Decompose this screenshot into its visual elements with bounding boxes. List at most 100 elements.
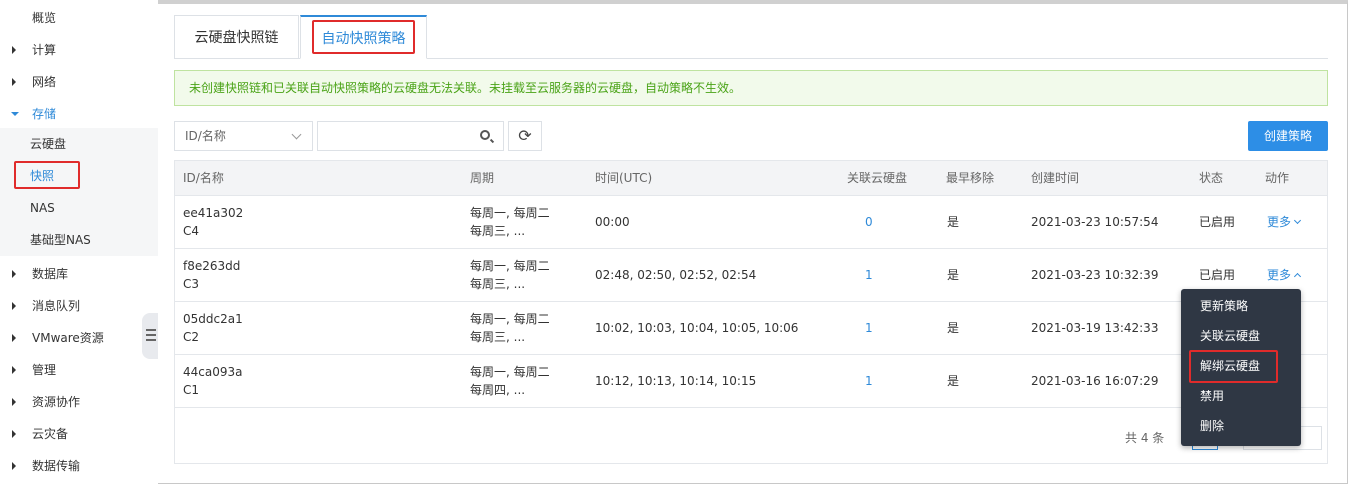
row-id: f8e263dd — [183, 259, 241, 273]
sidebar-item-label: 存储 — [32, 107, 57, 121]
sidebar-item-label: 消息队列 — [32, 299, 81, 313]
sidebar-item-overview[interactable]: 概览 — [0, 2, 158, 34]
search-icon[interactable] — [480, 130, 490, 140]
row-cycle-line: 每周三, ... — [470, 330, 526, 344]
sidebar-item-database[interactable]: 数据库 — [0, 258, 158, 290]
caret-right-icon — [12, 78, 16, 86]
row-name: C3 — [183, 277, 200, 291]
sidebar-item-compute[interactable]: 计算 — [0, 34, 158, 66]
row-id-name: 44ca093a C1 — [183, 363, 242, 399]
more-label: 更多 — [1267, 268, 1292, 282]
caret-right-icon — [12, 270, 16, 278]
sidebar-item-label: 数据库 — [32, 267, 69, 281]
sidebar-subitem-label: NAS — [30, 201, 55, 215]
row-id-name: ee41a302 C4 — [183, 204, 243, 240]
caret-down-icon — [11, 112, 19, 116]
menu-item-attach-disk[interactable]: 关联云硬盘 — [1181, 321, 1301, 351]
row-cycle: 每周一, 每周二 每周四, ... — [470, 363, 550, 399]
sidebar-collapse-handle[interactable] — [142, 313, 158, 359]
sidebar-item-label: 概览 — [32, 11, 57, 25]
table-row: ee41a302 C4 每周一, 每周二 每周三, ... 00:00 0 是 20… — [175, 196, 1327, 249]
main-content: 云硬盘快照链 自动快照策略 未创建快照链和已关联自动快照策略的云硬盘无法关联。未… — [174, 0, 1328, 484]
sidebar-item-label: 计算 — [32, 43, 57, 57]
sidebar-subitem-basic-nas[interactable]: 基础型NAS — [0, 224, 158, 256]
row-cycle-line: 每周一, 每周二 — [470, 259, 550, 273]
menu-item-delete[interactable]: 删除 — [1181, 411, 1301, 441]
sidebar-item-storage[interactable]: 存储 — [0, 98, 158, 130]
policy-table: ID/名称 周期 时间(UTC) 关联云硬盘 最早移除 创建时间 状态 动作 e… — [174, 160, 1328, 464]
row-created: 2021-03-23 10:57:54 — [1031, 215, 1159, 229]
caret-right-icon — [12, 462, 16, 470]
create-policy-button[interactable]: 创建策略 — [1248, 121, 1328, 151]
search-input[interactable] — [317, 121, 504, 151]
sidebar-item-data-transfer[interactable]: 数据传输 — [0, 450, 158, 482]
caret-right-icon — [12, 398, 16, 406]
caret-right-icon — [12, 334, 16, 342]
row-id: 05ddc2a1 — [183, 312, 243, 326]
row-disks-link[interactable]: 0 — [865, 213, 873, 231]
sidebar-subitem-cloud-disk[interactable]: 云硬盘 — [0, 128, 158, 160]
sidebar-item-vmware[interactable]: VMware资源 — [0, 322, 158, 354]
row-cycle-line: 每周一, 每周二 — [470, 365, 550, 379]
menu-item-disable[interactable]: 禁用 — [1181, 381, 1301, 411]
row-id-name: 05ddc2a1 C2 — [183, 310, 243, 346]
row-earliest-remove: 是 — [947, 321, 960, 335]
row-name: C2 — [183, 330, 200, 344]
column-header-earliest-remove[interactable]: 最早移除 — [946, 161, 994, 196]
row-cycle-line: 每周一, 每周二 — [470, 312, 550, 326]
table-row: 05ddc2a1 C2 每周一, 每周二 每周三, ... 10:02, 10:03… — [175, 302, 1327, 355]
table-row: f8e263dd C3 每周一, 每周二 每周三, ... 02:48, 02:50… — [175, 249, 1327, 302]
highlight-box-tab — [312, 20, 415, 54]
sidebar-item-message-queue[interactable]: 消息队列 — [0, 290, 158, 322]
row-time: 10:12, 10:13, 10:14, 10:15 — [595, 374, 757, 388]
column-header-status[interactable]: 状态 — [1199, 161, 1223, 196]
row-disks-link[interactable]: 1 — [865, 372, 873, 390]
column-header-time[interactable]: 时间(UTC) — [595, 161, 652, 196]
table-header: ID/名称 周期 时间(UTC) 关联云硬盘 最早移除 创建时间 状态 动作 — [175, 161, 1327, 196]
sidebar-subitem-nas[interactable]: NAS — [0, 192, 158, 224]
row-cycle-line: 每周四, ... — [470, 383, 526, 397]
sidebar-item-resource-collab[interactable]: 资源协作 — [0, 386, 158, 418]
menu-collapse-icon — [146, 329, 156, 344]
row-created: 2021-03-23 10:32:39 — [1031, 268, 1159, 282]
sidebar-item-label: VMware资源 — [32, 331, 104, 345]
row-cycle-line: 每周三, ... — [470, 277, 526, 291]
row-earliest-remove: 是 — [947, 374, 960, 388]
row-disks-link[interactable]: 1 — [865, 319, 873, 337]
sidebar-item-management[interactable]: 管理 — [0, 354, 158, 386]
caret-right-icon — [12, 46, 16, 54]
column-header-id-name[interactable]: ID/名称 — [183, 161, 224, 196]
row-disks-link[interactable]: 1 — [865, 266, 873, 284]
column-header-action: 动作 — [1265, 171, 1290, 185]
row-more-button[interactable]: 更多 — [1267, 213, 1302, 231]
more-label: 更多 — [1267, 215, 1292, 229]
column-header-cycle[interactable]: 周期 — [470, 161, 494, 196]
sidebar-item-network[interactable]: 网络 — [0, 66, 158, 98]
row-time: 02:48, 02:50, 02:52, 02:54 — [595, 268, 757, 282]
filter-select[interactable]: ID/名称 — [174, 121, 313, 151]
row-name: C1 — [183, 383, 200, 397]
caret-right-icon — [12, 430, 16, 438]
highlight-box-detach — [1189, 350, 1278, 383]
tab-snapshot-chain[interactable]: 云硬盘快照链 — [174, 15, 299, 59]
row-cycle: 每周一, 每周二 每周三, ... — [470, 257, 550, 293]
row-id: 44ca093a — [183, 365, 243, 379]
sidebar-item-label: 资源协作 — [32, 395, 81, 409]
menu-item-update-policy[interactable]: 更新策略 — [1181, 291, 1301, 321]
row-time: 10:02, 10:03, 10:04, 10:05, 10:06 — [595, 321, 799, 335]
chevron-up-icon — [1293, 272, 1302, 281]
row-id-name: f8e263dd C3 — [183, 257, 240, 293]
column-header-disks[interactable]: 关联云硬盘 — [847, 161, 907, 196]
refresh-button[interactable]: ⟳ — [508, 121, 542, 151]
sidebar-item-label: 网络 — [32, 75, 57, 89]
row-id: ee41a302 — [183, 206, 244, 220]
caret-right-icon — [12, 366, 16, 374]
row-more-button[interactable]: 更多 — [1267, 266, 1302, 284]
tab-label: 云硬盘快照链 — [194, 30, 279, 46]
sidebar-item-disaster-recovery[interactable]: 云灾备 — [0, 418, 158, 450]
column-header-created[interactable]: 创建时间 — [1031, 161, 1079, 196]
table-row: 44ca093a C1 每周一, 每周二 每周四, ... 10:12, 10:13… — [175, 355, 1327, 408]
row-created: 2021-03-16 16:07:29 — [1031, 374, 1159, 388]
sidebar: 概览 计算 网络 存储 云硬盘 快照 NAS 基础型NAS 数据库 消息队列 V… — [0, 0, 158, 484]
row-cycle-line: 每周一, 每周二 — [470, 206, 550, 220]
